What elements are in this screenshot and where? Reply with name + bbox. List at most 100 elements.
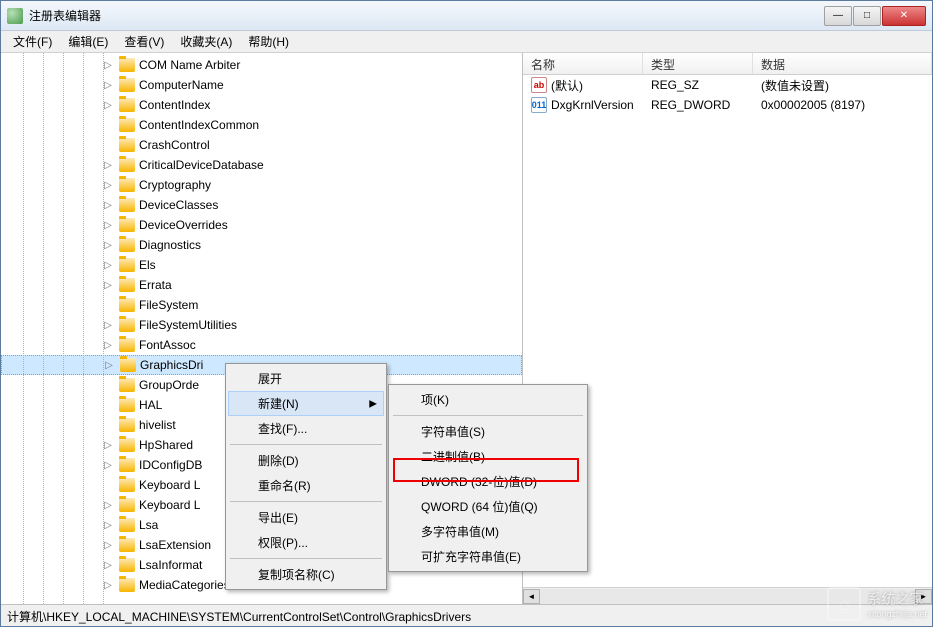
expand-icon[interactable]: ▷: [101, 240, 115, 251]
ctx-new-expandstring[interactable]: 可扩充字符串值(E): [391, 544, 585, 569]
tree-item[interactable]: ▷FileSystemUtilities: [1, 315, 522, 335]
folder-icon: [119, 498, 135, 512]
folder-icon: [119, 418, 135, 432]
tree-item-label: IDConfigDB: [139, 458, 202, 472]
menu-help[interactable]: 帮助(H): [240, 31, 297, 52]
tree-item-label: ComputerName: [139, 78, 224, 92]
tree-item[interactable]: ▷Diagnostics: [1, 235, 522, 255]
col-header-name[interactable]: 名称: [523, 53, 643, 74]
tree-item-label: ContentIndexCommon: [139, 118, 259, 132]
expand-icon[interactable]: ▷: [101, 280, 115, 291]
tree-item[interactable]: CrashControl: [1, 135, 522, 155]
ctx-copy-key-name[interactable]: 复制项名称(C): [228, 562, 384, 587]
folder-icon: [119, 78, 135, 92]
tree-item-label: ContentIndex: [139, 98, 210, 112]
tree-item-label: Lsa: [139, 518, 158, 532]
expand-icon[interactable]: ▷: [102, 360, 116, 371]
col-header-data[interactable]: 数据: [753, 53, 932, 74]
expand-icon[interactable]: ▷: [101, 160, 115, 171]
folder-icon: [120, 358, 136, 372]
expand-icon[interactable]: ▷: [101, 180, 115, 191]
ctx-rename[interactable]: 重命名(R): [228, 473, 384, 498]
list-row[interactable]: ab(默认)REG_SZ(数值未设置): [523, 75, 932, 95]
folder-icon: [119, 118, 135, 132]
expand-icon[interactable]: ▷: [101, 460, 115, 471]
scroll-right-button[interactable]: ►: [915, 589, 932, 604]
expand-icon[interactable]: ▷: [101, 220, 115, 231]
ctx-new-binary[interactable]: 二进制值(B): [391, 444, 585, 469]
tree-item-label: Keyboard L: [139, 478, 200, 492]
ctx-new-dword[interactable]: DWORD (32-位)值(D): [391, 469, 585, 494]
menu-edit[interactable]: 编辑(E): [60, 31, 116, 52]
folder-icon: [119, 578, 135, 592]
folder-icon: [119, 258, 135, 272]
tree-item-label: hivelist: [139, 418, 176, 432]
expand-icon[interactable]: ▷: [101, 440, 115, 451]
close-button[interactable]: ✕: [882, 6, 926, 26]
folder-icon: [119, 378, 135, 392]
cell-name: ab(默认): [523, 77, 643, 94]
submenu-arrow-icon: ▶: [369, 398, 377, 409]
tree-item-label: Cryptography: [139, 178, 211, 192]
tree-item[interactable]: ▷CriticalDeviceDatabase: [1, 155, 522, 175]
tree-item-label: Els: [139, 258, 156, 272]
ctx-find[interactable]: 查找(F)...: [228, 416, 384, 441]
menu-file[interactable]: 文件(F): [5, 31, 60, 52]
tree-item[interactable]: ▷ FontAssoc: [1, 335, 522, 355]
folder-icon: [119, 278, 135, 292]
folder-icon: [119, 318, 135, 332]
folder-icon: [119, 158, 135, 172]
expand-icon[interactable]: ▷: [101, 340, 115, 351]
tree-item[interactable]: ▷DeviceOverrides: [1, 215, 522, 235]
expand-icon[interactable]: ▷: [101, 260, 115, 271]
ctx-new-qword[interactable]: QWORD (64 位)值(Q): [391, 494, 585, 519]
expand-icon[interactable]: ▷: [101, 580, 115, 591]
folder-icon: [119, 518, 135, 532]
tree-item[interactable]: ContentIndexCommon: [1, 115, 522, 135]
minimize-button[interactable]: —: [824, 6, 852, 26]
menu-favorites[interactable]: 收藏夹(A): [172, 31, 240, 52]
tree-item[interactable]: ▷COM Name Arbiter: [1, 55, 522, 75]
scroll-left-button[interactable]: ◄: [523, 589, 540, 604]
tree-item-label: LsaInformat: [139, 558, 202, 572]
list-row[interactable]: 011DxgKrnlVersionREG_DWORD0x00002005 (81…: [523, 95, 932, 115]
maximize-button[interactable]: □: [853, 6, 881, 26]
ctx-new-string[interactable]: 字符串值(S): [391, 419, 585, 444]
tree-item[interactable]: ▷DeviceClasses: [1, 195, 522, 215]
tree-item[interactable]: ▷ ComputerName: [1, 75, 522, 95]
tree-item[interactable]: ▷ Cryptography: [1, 175, 522, 195]
ctx-permissions[interactable]: 权限(P)...: [228, 530, 384, 555]
ctx-new[interactable]: 新建(N) ▶: [228, 391, 384, 416]
app-icon: [7, 8, 23, 24]
tree-item[interactable]: ▷ ContentIndex: [1, 95, 522, 115]
col-header-type[interactable]: 类型: [643, 53, 753, 74]
expand-icon[interactable]: ▷: [101, 200, 115, 211]
tree-item[interactable]: ▷Errata: [1, 275, 522, 295]
expand-icon[interactable]: ▷: [101, 540, 115, 551]
tree-item[interactable]: ▷ Els: [1, 255, 522, 275]
menu-view[interactable]: 查看(V): [116, 31, 172, 52]
ctx-expand[interactable]: 展开: [228, 366, 384, 391]
ctx-new-key[interactable]: 项(K): [391, 387, 585, 412]
folder-icon: [119, 218, 135, 232]
expand-icon[interactable]: ▷: [101, 320, 115, 331]
expand-icon[interactable]: ▷: [101, 60, 115, 71]
expand-icon[interactable]: ▷: [101, 100, 115, 111]
tree-item-label: FontAssoc: [139, 338, 196, 352]
statusbar: 计算机\HKEY_LOCAL_MACHINE\SYSTEM\CurrentCon…: [1, 604, 932, 626]
expand-icon[interactable]: ▷: [101, 500, 115, 511]
window-title: 注册表编辑器: [29, 7, 824, 24]
ctx-separator: [230, 558, 382, 559]
expand-icon[interactable]: ▷: [101, 520, 115, 531]
tree-item-label: GraphicsDri: [140, 358, 203, 372]
ctx-separator: [230, 444, 382, 445]
expand-icon[interactable]: ▷: [101, 560, 115, 571]
statusbar-path: 计算机\HKEY_LOCAL_MACHINE\SYSTEM\CurrentCon…: [7, 610, 471, 624]
expand-icon[interactable]: ▷: [101, 80, 115, 91]
ctx-new-multistring[interactable]: 多字符串值(M): [391, 519, 585, 544]
scroll-track[interactable]: [540, 589, 915, 604]
tree-item[interactable]: FileSystem: [1, 295, 522, 315]
ctx-delete[interactable]: 删除(D): [228, 448, 384, 473]
ctx-export[interactable]: 导出(E): [228, 505, 384, 530]
horizontal-scrollbar[interactable]: ◄ ►: [523, 587, 932, 604]
